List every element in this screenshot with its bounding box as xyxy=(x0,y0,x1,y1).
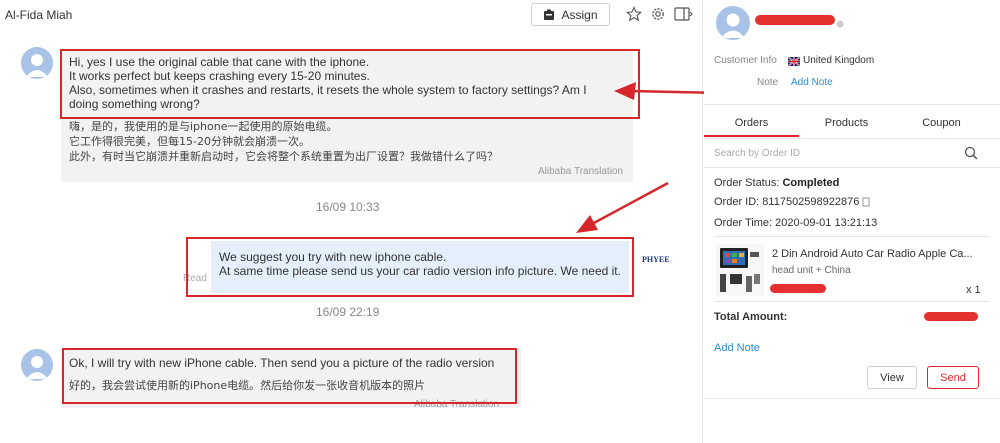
customer-avatar xyxy=(716,6,750,40)
redacted-customer-name xyxy=(755,15,835,25)
section-divider xyxy=(704,104,1000,105)
order-time-row: Order Time: 2020-09-01 13:21:13 xyxy=(714,217,877,229)
tab-coupon[interactable]: Coupon xyxy=(894,117,989,129)
order-search-input[interactable] xyxy=(714,144,964,162)
order-time-label: Order Time: xyxy=(714,217,773,229)
redacted-price xyxy=(770,284,826,293)
product-thumbnail[interactable] xyxy=(716,244,764,296)
product-title[interactable]: 2 Din Android Auto Car Radio Apple Ca... xyxy=(772,248,978,260)
customer-country: United Kingdom xyxy=(803,55,875,66)
send-button[interactable]: Send xyxy=(927,366,979,389)
order-id-row: Order ID: 8117502598922876 xyxy=(714,196,871,208)
order-add-note-link[interactable]: Add Note xyxy=(714,342,760,354)
verified-icon xyxy=(836,17,844,28)
add-note-link[interactable]: Add Note xyxy=(791,77,833,88)
order-divider xyxy=(714,236,990,237)
order-status-label: Order Status: xyxy=(714,177,780,189)
customer-panel: Customer Info United Kingdom Note Add No… xyxy=(704,0,1000,443)
annotation-arrow xyxy=(591,181,669,226)
product-variant: head unit + China xyxy=(772,265,851,276)
order-status-value: Completed xyxy=(782,177,840,189)
send-button-label: Send xyxy=(940,371,966,384)
view-button-label: View xyxy=(880,371,904,384)
active-tab-indicator xyxy=(704,135,799,137)
uk-flag-icon xyxy=(787,55,801,67)
redacted-total-amount xyxy=(924,312,978,321)
annotation-arrowhead xyxy=(614,82,636,100)
product-quantity: x 1 xyxy=(966,284,981,296)
product-divider xyxy=(714,301,990,302)
tab-orders[interactable]: Orders xyxy=(704,117,799,129)
view-button[interactable]: View xyxy=(867,366,917,389)
tab-products[interactable]: Products xyxy=(799,117,894,129)
total-amount-label: Total Amount: xyxy=(714,311,788,323)
customer-info-label: Customer Info xyxy=(714,55,777,66)
annotation-arrowhead xyxy=(576,215,598,233)
search-divider xyxy=(704,167,1000,168)
order-id-value: 8117502598922876 xyxy=(762,196,860,208)
note-label: Note xyxy=(757,77,779,88)
search-icon[interactable] xyxy=(964,146,978,160)
tabs-divider xyxy=(704,138,1000,139)
copy-icon[interactable] xyxy=(862,197,871,207)
order-time-value: 2020-09-01 13:21:13 xyxy=(775,217,878,229)
panel-bottom-divider xyxy=(704,398,1000,399)
order-status-row: Order Status: Completed xyxy=(714,177,839,189)
order-id-label: Order ID: xyxy=(714,196,760,208)
